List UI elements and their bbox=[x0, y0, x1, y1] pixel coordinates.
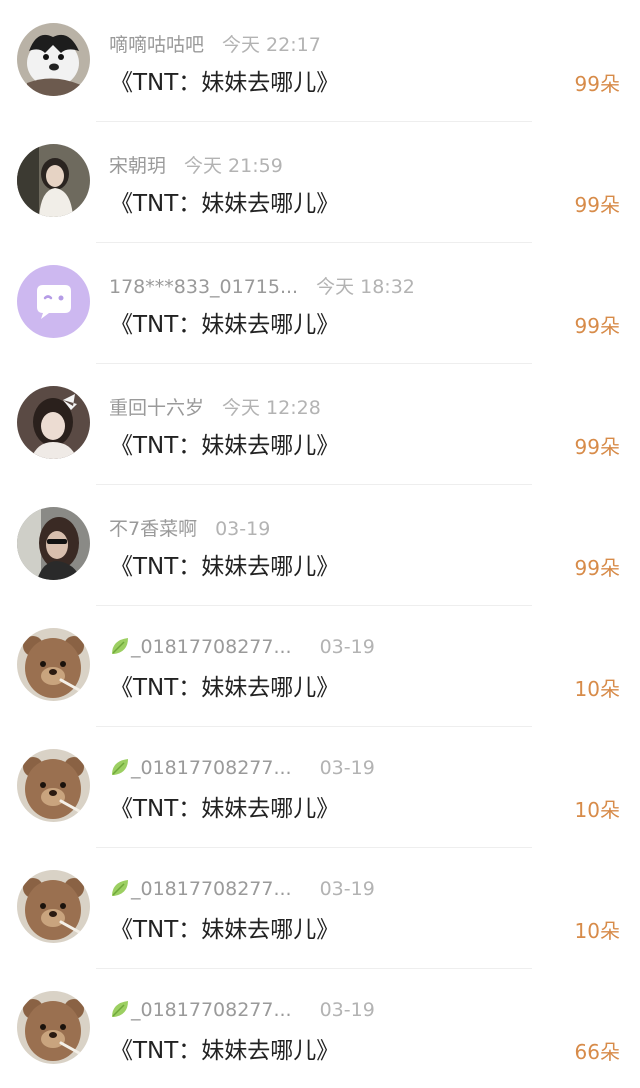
teddy-bear-avatar-icon[interactable] bbox=[17, 870, 90, 943]
book-title: 《TNT：妹妹去哪儿》 bbox=[110, 796, 340, 822]
book-title: 《TNT：妹妹去哪儿》 bbox=[110, 70, 340, 96]
girl-sunglasses-avatar-icon[interactable] bbox=[17, 507, 90, 580]
flower-count: 66朵 bbox=[574, 1040, 620, 1064]
list-item[interactable]: _01817708277... 03-19 《TNT：妹妹去哪儿》 66朵 bbox=[0, 968, 640, 1088]
flower-count: 10朵 bbox=[574, 677, 620, 701]
username[interactable]: 宋朝玥 bbox=[109, 155, 166, 177]
list-item[interactable]: 178***833_01715... 今天 18:32 《TNT：妹妹去哪儿》 9… bbox=[0, 242, 640, 364]
book-title: 《TNT：妹妹去哪儿》 bbox=[110, 433, 340, 459]
timestamp: 03-19 bbox=[319, 636, 375, 658]
list-item[interactable]: _01817708277... 03-19 《TNT：妹妹去哪儿》 10朵 bbox=[0, 605, 640, 727]
gift-list: 嘀嘀咕咕吧 今天 22:17 《TNT：妹妹去哪儿》 99朵 宋朝玥 今天 21:5… bbox=[0, 0, 640, 1078]
flower-count: 99朵 bbox=[574, 556, 620, 580]
leaf-icon bbox=[112, 638, 128, 654]
username[interactable]: 重回十六岁 bbox=[109, 397, 204, 419]
gift-meta: 宋朝玥 今天 21:59 bbox=[109, 151, 283, 177]
dog-avatar-icon[interactable] bbox=[17, 23, 90, 96]
leaf-icon bbox=[112, 880, 128, 896]
book-title: 《TNT：妹妹去哪儿》 bbox=[110, 917, 340, 943]
timestamp: 03-19 bbox=[319, 757, 375, 779]
book-title: 《TNT：妹妹去哪儿》 bbox=[110, 312, 340, 338]
book-title: 《TNT：妹妹去哪儿》 bbox=[110, 554, 340, 580]
girl-photo-avatar-icon[interactable] bbox=[17, 144, 90, 217]
teddy-bear-avatar-icon[interactable] bbox=[17, 628, 90, 701]
flower-count: 10朵 bbox=[574, 919, 620, 943]
gift-meta: _01817708277... 03-19 bbox=[109, 877, 375, 903]
flower-count: 10朵 bbox=[574, 798, 620, 822]
flower-count: 99朵 bbox=[574, 435, 620, 459]
timestamp: 今天 12:28 bbox=[222, 397, 321, 419]
timestamp: 今天 22:17 bbox=[222, 34, 321, 56]
flower-count: 99朵 bbox=[574, 314, 620, 338]
gift-meta: _01817708277... 03-19 bbox=[109, 635, 375, 661]
list-item[interactable]: 重回十六岁 今天 12:28 《TNT：妹妹去哪儿》 99朵 bbox=[0, 363, 640, 485]
teddy-bear-avatar-icon[interactable] bbox=[17, 991, 90, 1064]
list-item[interactable]: _01817708277... 03-19 《TNT：妹妹去哪儿》 10朵 bbox=[0, 726, 640, 848]
list-item[interactable]: _01817708277... 03-19 《TNT：妹妹去哪儿》 10朵 bbox=[0, 847, 640, 969]
timestamp: 今天 18:32 bbox=[316, 276, 415, 298]
username[interactable]: 不7香菜啊 bbox=[109, 518, 197, 540]
username[interactable]: _01817708277... bbox=[131, 878, 292, 900]
gift-meta: 不7香菜啊 03-19 bbox=[109, 514, 270, 540]
gift-meta: 重回十六岁 今天 12:28 bbox=[109, 393, 321, 419]
leaf-icon bbox=[112, 759, 128, 775]
teddy-bear-avatar-icon[interactable] bbox=[17, 749, 90, 822]
list-item[interactable]: 宋朝玥 今天 21:59 《TNT：妹妹去哪儿》 99朵 bbox=[0, 121, 640, 243]
book-title: 《TNT：妹妹去哪儿》 bbox=[110, 1038, 340, 1064]
timestamp: 03-19 bbox=[215, 518, 271, 540]
timestamp: 03-19 bbox=[319, 878, 375, 900]
gift-meta: 嘀嘀咕咕吧 今天 22:17 bbox=[109, 30, 321, 56]
username[interactable]: _01817708277... bbox=[131, 636, 292, 658]
username[interactable]: _01817708277... bbox=[131, 999, 292, 1021]
book-title: 《TNT：妹妹去哪儿》 bbox=[110, 675, 340, 701]
username[interactable]: 178***833_01715... bbox=[109, 276, 298, 298]
girl-bow-avatar-icon[interactable] bbox=[17, 386, 90, 459]
leaf-icon bbox=[112, 1001, 128, 1017]
list-item[interactable]: 嘀嘀咕咕吧 今天 22:17 《TNT：妹妹去哪儿》 99朵 bbox=[0, 0, 640, 122]
timestamp: 今天 21:59 bbox=[184, 155, 283, 177]
list-item[interactable]: 不7香菜啊 03-19 《TNT：妹妹去哪儿》 99朵 bbox=[0, 484, 640, 606]
timestamp: 03-19 bbox=[319, 999, 375, 1021]
book-title: 《TNT：妹妹去哪儿》 bbox=[110, 191, 340, 217]
flower-count: 99朵 bbox=[574, 193, 620, 217]
gift-meta: 178***833_01715... 今天 18:32 bbox=[109, 272, 415, 298]
username[interactable]: 嘀嘀咕咕吧 bbox=[109, 34, 204, 56]
username[interactable]: _01817708277... bbox=[131, 757, 292, 779]
gift-meta: _01817708277... 03-19 bbox=[109, 756, 375, 782]
gift-meta: _01817708277... 03-19 bbox=[109, 998, 375, 1024]
chat-bubble-avatar-icon[interactable] bbox=[17, 265, 90, 338]
flower-count: 99朵 bbox=[574, 72, 620, 96]
